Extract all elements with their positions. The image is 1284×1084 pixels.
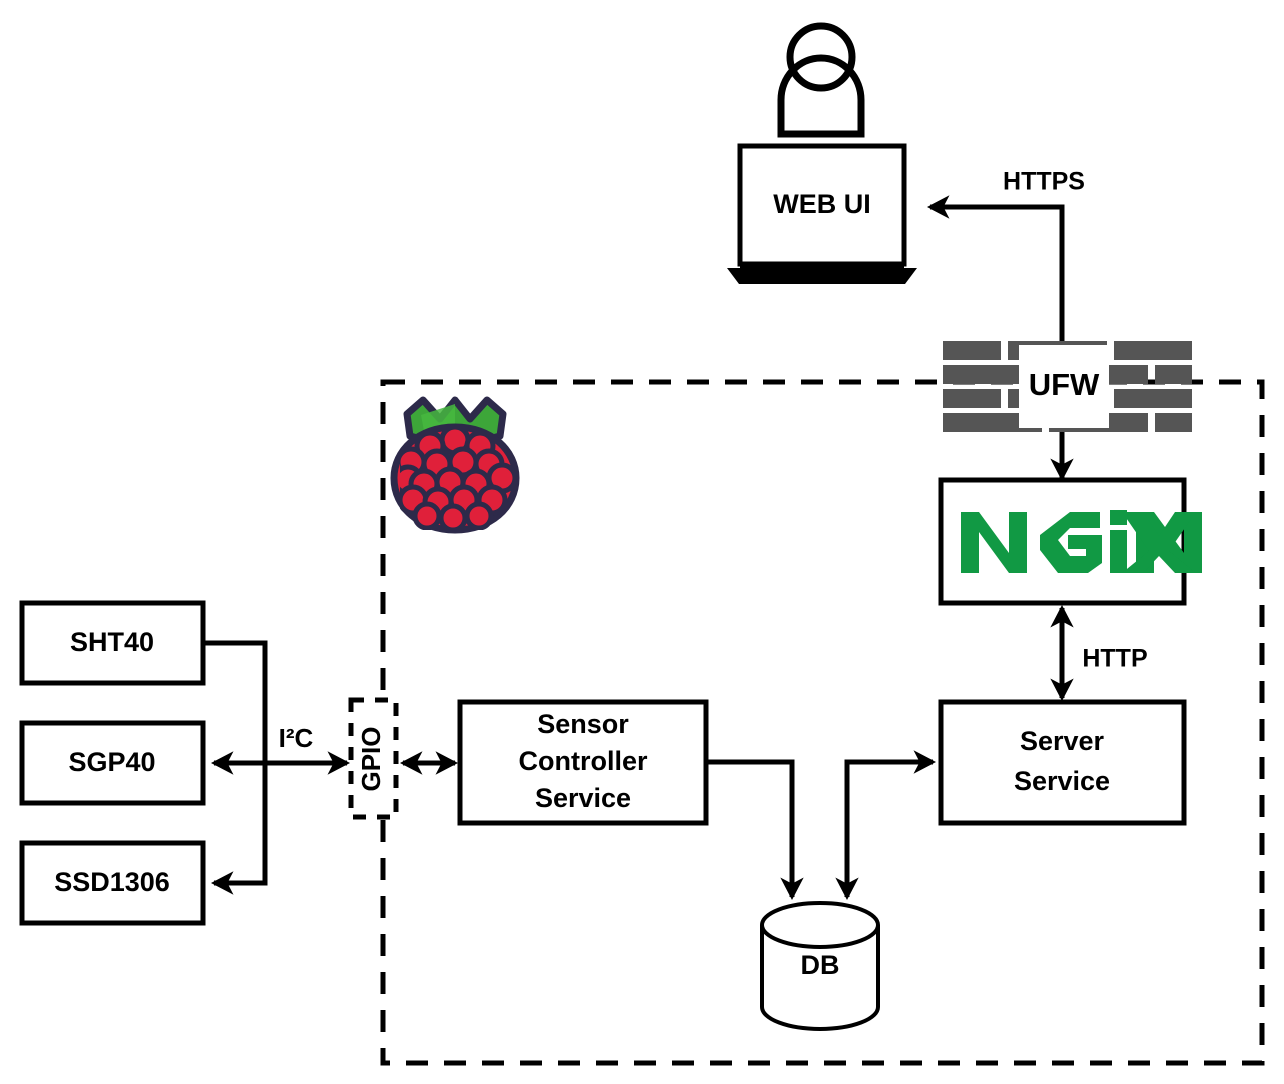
sensor-controller-label-line1: Sensor bbox=[537, 709, 629, 739]
sht40-label: SHT40 bbox=[70, 627, 154, 657]
sensor-controller-label-line2: Controller bbox=[518, 746, 647, 776]
web-ui-laptop[interactable]: WEB UI bbox=[727, 143, 917, 284]
sht40-node[interactable]: SHT40 bbox=[19, 600, 206, 686]
db-node[interactable]: DB bbox=[760, 901, 880, 1031]
diagram-canvas: WEB UI HTTPS UFW HTTP Server Service SHT… bbox=[19, 22, 1265, 1066]
architecture-diagram: WEB UI HTTPS UFW HTTP Server Service SHT… bbox=[0, 0, 1284, 1084]
i2c-label: I²C bbox=[279, 723, 314, 753]
server-service-label-line1: Server bbox=[1020, 726, 1105, 756]
ssd1306-label: SSD1306 bbox=[54, 867, 170, 897]
server-service-node[interactable]: Server Service bbox=[938, 699, 1187, 826]
https-label: HTTPS bbox=[1003, 168, 1085, 196]
db-label: DB bbox=[801, 950, 840, 980]
edge-http: HTTP bbox=[1050, 604, 1148, 702]
edge-controller-to-db bbox=[706, 759, 804, 901]
nginx-node[interactable] bbox=[938, 477, 1202, 606]
sgp40-node[interactable]: SGP40 bbox=[19, 720, 206, 806]
user-icon bbox=[777, 22, 865, 138]
http-label: HTTP bbox=[1082, 645, 1147, 673]
gpio-label: GPIO bbox=[356, 726, 386, 791]
edge-i2c: I²C bbox=[203, 640, 351, 895]
sgp40-label: SGP40 bbox=[68, 747, 155, 777]
ufw-firewall[interactable]: UFW bbox=[943, 341, 1192, 432]
gpio-node[interactable]: GPIO bbox=[348, 697, 399, 820]
raspberry-pi-logo bbox=[390, 396, 520, 534]
sensor-controller-node[interactable]: Sensor Controller Service bbox=[457, 699, 709, 826]
sensor-controller-label-line3: Service bbox=[535, 783, 631, 813]
ssd1306-node[interactable]: SSD1306 bbox=[19, 840, 206, 926]
web-ui-label: WEB UI bbox=[773, 189, 871, 219]
edge-db-to-server bbox=[835, 750, 937, 901]
server-service-label-line2: Service bbox=[1014, 766, 1110, 796]
ufw-label: UFW bbox=[1029, 367, 1100, 402]
